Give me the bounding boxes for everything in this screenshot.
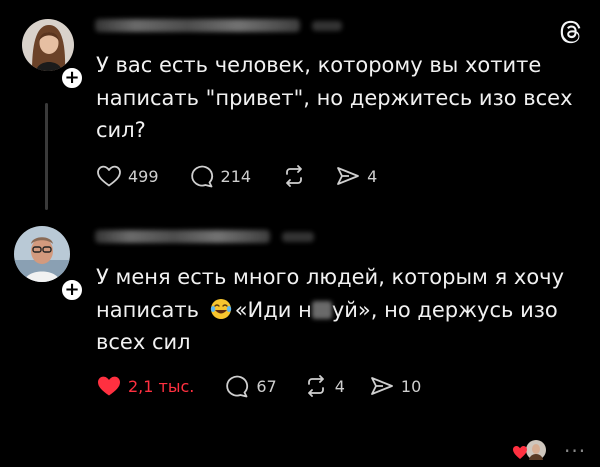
share-icon (371, 377, 393, 395)
share-count: 4 (367, 166, 378, 186)
like-button[interactable]: 499 (96, 164, 159, 188)
woman-portrait-icon (22, 19, 74, 71)
repost-icon (307, 375, 324, 397)
post-text-part2: «Иди н (234, 297, 312, 322)
comment-button[interactable]: 67 (224, 374, 277, 398)
username[interactable] (95, 230, 270, 243)
post-1: + У вас есть человек, которому вы хотите… (0, 0, 600, 210)
share-icon (337, 167, 359, 185)
repost-count: 4 (334, 376, 345, 396)
like-count: 499 (128, 166, 159, 186)
post-time (282, 232, 314, 242)
avatar[interactable] (22, 19, 74, 71)
post-time (312, 21, 342, 31)
username[interactable] (95, 19, 300, 32)
comment-icon (190, 165, 213, 188)
repost-icon (286, 165, 302, 187)
post-text: У меня есть много людей, которым я хочу … (96, 261, 576, 359)
repost-button[interactable]: 4 (303, 374, 345, 398)
like-count: 2,1 тыс. (128, 376, 195, 396)
comment-count: 214 (220, 166, 252, 186)
heart-filled-icon (98, 376, 120, 396)
post-2: + ··· У меня есть много людей, которым я… (0, 210, 600, 463)
share-button[interactable]: 4 (335, 164, 377, 188)
comment-icon (226, 375, 249, 398)
heart-icon (97, 165, 121, 187)
post-text: У вас есть человек, которому вы хотите н… (96, 53, 573, 142)
censor-blur (311, 300, 332, 319)
repost-button[interactable] (281, 164, 313, 188)
share-count: 10 (400, 376, 422, 396)
share-button[interactable]: 10 (369, 374, 421, 398)
follow-plus-icon[interactable]: + (59, 277, 85, 303)
man-portrait-icon (14, 226, 70, 282)
face-with-tears-of-joy-icon (210, 298, 231, 319)
post-actions: 2,1 тыс. 67 4 10 (96, 374, 421, 398)
comment-button[interactable]: 214 (189, 164, 252, 188)
liked-by-author-icon (513, 440, 546, 460)
more-options-icon[interactable]: ··· (564, 439, 586, 463)
post-actions: 499 214 4 (96, 164, 377, 188)
comment-count: 67 (256, 376, 277, 396)
thread-line (45, 103, 48, 210)
follow-plus-icon[interactable]: + (59, 65, 85, 91)
avatar[interactable] (14, 226, 70, 282)
like-button[interactable]: 2,1 тыс. (96, 374, 194, 398)
author-liked-indicator (512, 439, 546, 467)
